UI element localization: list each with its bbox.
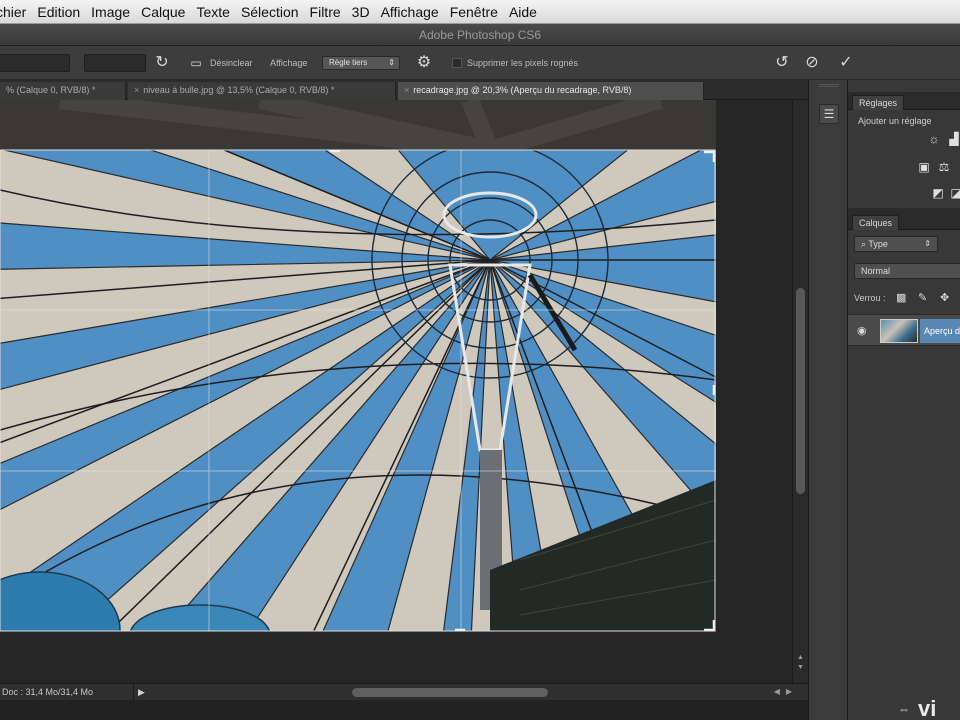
tab-document-1[interactable]: % (Calque 0, RVB/8) * — [0, 82, 126, 100]
layers-panel-header: Calques — [848, 212, 960, 230]
options-bar: ↻ ▭ Désinclear Affichage Règle tiers ⇕ ⚙… — [0, 46, 960, 80]
layer-thumbnail — [880, 319, 918, 343]
overlay-select-value: Règle tiers — [329, 58, 368, 67]
overlay-select[interactable]: Règle tiers ⇕ — [322, 56, 400, 70]
chevron-down-icon: ⇕ — [924, 239, 931, 248]
view-label: Affichage — [270, 58, 308, 68]
status-bar: Doc : 31,4 Mo/31,4 Mo ▶ ◀▶ — [0, 683, 808, 700]
reset-icon[interactable]: ↺ — [772, 53, 792, 73]
clear-label[interactable]: Désinclear — [210, 58, 253, 68]
menu-bar: chier Edition Image Calque Texte Sélecti… — [0, 0, 960, 24]
tab-label: recadrage.jpg @ 20,3% (Aperçu du recadra… — [413, 85, 632, 95]
grip-icon[interactable] — [819, 84, 839, 87]
tab-label: niveau à bulle.jpg @ 13,5% (Calque 0, RV… — [143, 85, 335, 95]
properties-icon[interactable]: ☰ — [819, 104, 839, 124]
menu-window[interactable]: Fenêtre — [450, 4, 509, 20]
layer-name[interactable]: Aperçu d — [920, 319, 960, 343]
panel-dock-strip: ☰ — [808, 80, 848, 720]
delete-pixels-label: Supprimer les pixels rognés — [467, 58, 579, 68]
document-canvas[interactable] — [0, 100, 792, 683]
lock-move-icon[interactable]: ✥ — [940, 291, 949, 304]
menu-layer[interactable]: Calque — [141, 4, 196, 20]
menu-file[interactable]: chier — [0, 4, 37, 20]
menu-view[interactable]: Affichage — [381, 4, 450, 20]
scroll-down-icon[interactable]: ▼ — [796, 664, 805, 672]
swap-icon[interactable]: ↻ — [152, 53, 172, 73]
menu-edit[interactable]: Edition — [37, 4, 91, 20]
vertical-scrollbar[interactable]: ▲ ▼ — [792, 100, 808, 683]
tab-layers[interactable]: Calques — [852, 215, 900, 230]
menu-help[interactable]: Aide — [509, 4, 548, 20]
brightness-icon[interactable]: ☼ — [926, 132, 942, 146]
blend-mode-select[interactable]: Normal — [854, 263, 960, 279]
menu-select[interactable]: Sélection — [241, 4, 310, 20]
layer-row[interactable]: ◉ Aperçu d — [848, 314, 960, 346]
play-icon[interactable]: ▶ — [138, 684, 145, 700]
link-icon: ⇔ — [898, 702, 910, 716]
lock-transparency-icon[interactable]: ▩ — [896, 291, 906, 304]
layer-filter-select[interactable]: ⌕ Type ⇕ — [854, 236, 938, 252]
lock-label: Verrou : — [854, 293, 886, 303]
blend-mode-value: Normal — [861, 266, 891, 276]
color-balance-icon[interactable]: ⚖ — [936, 160, 952, 174]
adjustments-panel-header: Réglages — [848, 92, 960, 110]
adjustments-title: Ajouter un réglage — [858, 116, 932, 126]
close-icon[interactable]: × — [134, 85, 139, 95]
delete-pixels-checkbox[interactable] — [452, 58, 462, 68]
scroll-arrows-icon[interactable]: ◀▶ — [774, 684, 798, 700]
crop-preview-image[interactable] — [0, 100, 716, 632]
width-field[interactable] — [0, 54, 70, 72]
doc-size-readout[interactable]: Doc : 31,4 Mo/31,4 Mo — [0, 684, 134, 700]
invert-icon[interactable]: ◩ — [930, 186, 946, 200]
lock-brush-icon[interactable]: ✎ — [918, 291, 927, 304]
document-tabs: % (Calque 0, RVB/8) * × niveau à bulle.jp… — [0, 80, 808, 100]
menu-filter[interactable]: Filtre — [310, 4, 352, 20]
cancel-icon[interactable]: ⊘ — [802, 53, 822, 73]
height-field[interactable] — [84, 54, 146, 72]
chevron-down-icon: ⇕ — [388, 58, 395, 67]
vertical-scroll-thumb[interactable] — [796, 288, 805, 494]
gear-icon[interactable]: ⚙ — [414, 53, 434, 73]
menu-image[interactable]: Image — [91, 4, 141, 20]
tab-document-2[interactable]: × niveau à bulle.jpg @ 13,5% (Calque 0, R… — [128, 82, 396, 100]
tab-label: % (Calque 0, RVB/8) * — [6, 85, 96, 95]
close-icon[interactable]: × — [404, 85, 409, 95]
menu-3d[interactable]: 3D — [352, 4, 381, 20]
exposure-icon[interactable]: ▣ — [916, 160, 932, 174]
menu-type[interactable]: Texte — [196, 4, 240, 20]
eye-icon[interactable]: ◉ — [857, 324, 867, 337]
levels-icon[interactable]: ▟ — [946, 132, 960, 146]
right-panels: Réglages Ajouter un réglage ☼ ▟ ▣ ⚖ ◩ ◪ … — [848, 80, 960, 720]
window-title: Adobe Photoshop CS6 — [0, 24, 960, 46]
horizontal-scroll-thumb[interactable] — [352, 688, 548, 697]
tab-adjustments[interactable]: Réglages — [852, 95, 905, 110]
tab-document-3[interactable]: × recadrage.jpg @ 20,3% (Aperçu du recadr… — [398, 82, 704, 100]
straighten-icon[interactable]: ▭ — [186, 53, 206, 73]
gradient-map-icon[interactable]: ◪ — [948, 186, 960, 200]
watermark-logo: vi — [918, 696, 937, 720]
commit-check-icon[interactable]: ✓ — [836, 53, 856, 73]
scroll-up-icon[interactable]: ▲ — [796, 654, 805, 662]
layer-filter-value: Type — [868, 239, 888, 249]
